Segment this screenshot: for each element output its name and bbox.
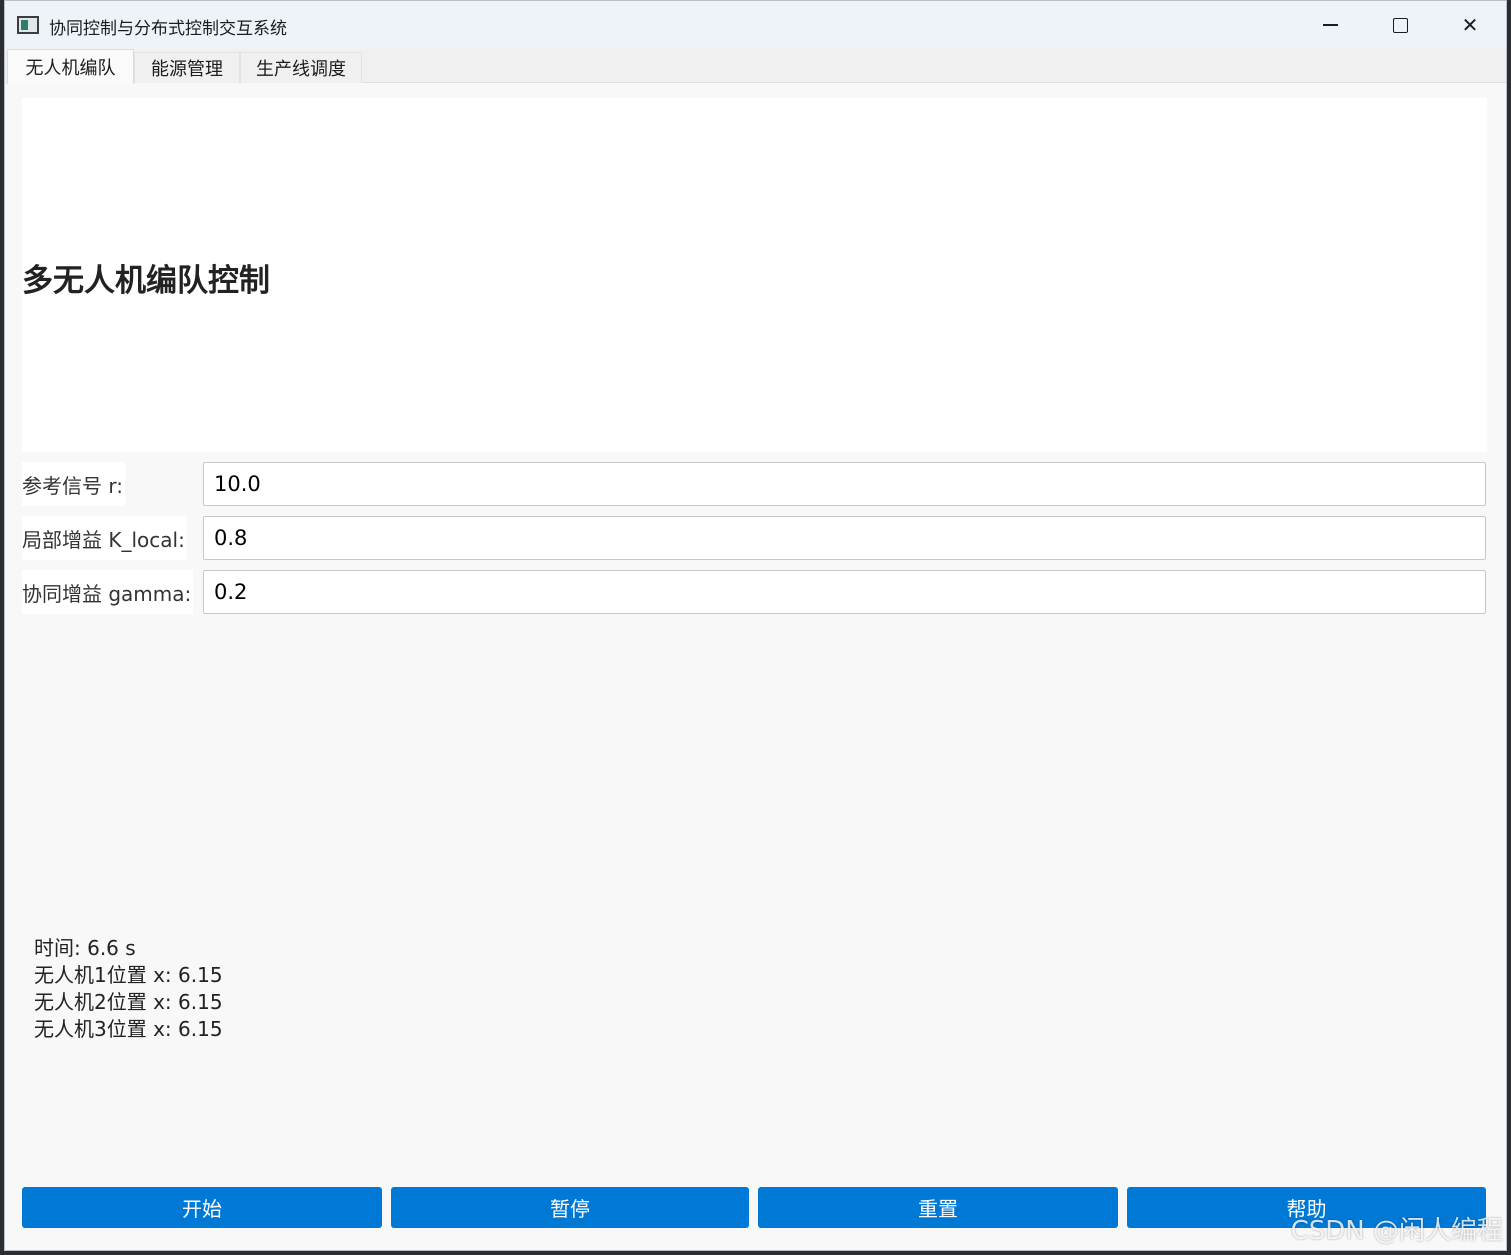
watermark: CSDN @闲人编程 [1290,1216,1503,1246]
close-icon: ✕ [1461,13,1479,37]
status-panel: 时间: 6.6 s 无人机1位置 x: 6.15 无人机2位置 x: 6.15 … [34,935,223,1043]
reference-signal-input[interactable] [203,462,1486,506]
coop-gain-label: 协同增益 gamma: [22,570,194,614]
header-panel: 多无人机编队控制 [22,98,1487,452]
local-gain-label: 局部增益 K_local: [22,516,187,560]
window-title: 协同控制与分布式控制交互系统 [49,19,287,39]
close-button[interactable]: ✕ [1435,1,1505,49]
app-window: 协同控制与分布式控制交互系统 ✕ 无人机编队 能源管理 生产线调度 多无人机编队… [4,0,1507,1251]
pause-button[interactable]: 暂停 [391,1187,749,1228]
drone2-position: 无人机2位置 x: 6.15 [34,990,223,1014]
app-icon [17,16,39,34]
tab-energy-management[interactable]: 能源管理 [134,52,240,83]
time-readout: 时间: 6.6 s [34,936,136,960]
reset-button[interactable]: 重置 [758,1187,1118,1228]
tab-drone-formation[interactable]: 无人机编队 [7,49,134,84]
reference-signal-label: 参考信号 r: [22,462,125,506]
minimize-button[interactable] [1295,1,1365,49]
drone1-position: 无人机1位置 x: 6.15 [34,963,223,987]
start-button[interactable]: 开始 [22,1187,382,1228]
minimize-icon [1322,24,1338,26]
drone3-position: 无人机3位置 x: 6.15 [34,1017,223,1041]
maximize-icon [1392,17,1408,33]
title-bar[interactable]: 协同控制与分布式控制交互系统 ✕ [5,1,1506,49]
maximize-button[interactable] [1365,1,1435,49]
page-title: 多无人机编队控制 [22,263,270,299]
tab-bar: 无人机编队 能源管理 生产线调度 [5,49,1506,84]
local-gain-input[interactable] [203,516,1486,560]
coop-gain-input[interactable] [203,570,1486,614]
tab-production-scheduling[interactable]: 生产线调度 [240,52,362,83]
